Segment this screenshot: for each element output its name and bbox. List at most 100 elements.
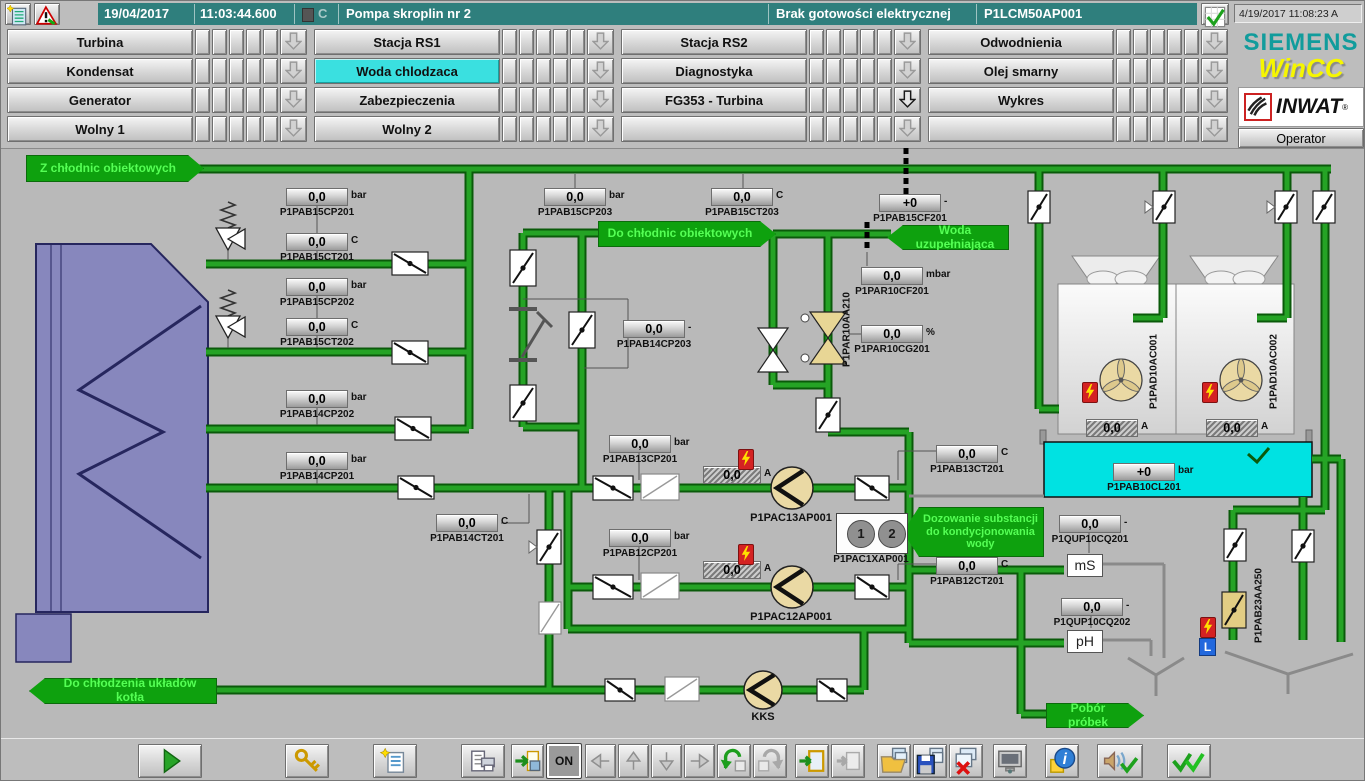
check-valve-icon[interactable]	[855, 476, 889, 500]
check-valve-icon[interactable]	[392, 341, 428, 364]
monitor-view-button[interactable]	[993, 744, 1027, 778]
nav-quick-slot[interactable]	[519, 58, 534, 84]
nav-quick-slot[interactable]	[263, 58, 278, 84]
nav-quick-slot[interactable]	[1184, 29, 1199, 55]
nav-quick-slot[interactable]	[195, 87, 210, 113]
check-valve-icon[interactable]	[392, 252, 428, 275]
display-p1pab14cp203[interactable]: 0,0-P1PAB14CP203	[623, 320, 685, 350]
display-p1pab14cp201[interactable]: 0,0barP1PAB14CP201	[286, 452, 348, 482]
on-toggle-button[interactable]: ON	[547, 744, 581, 778]
display-p1qup10cq202[interactable]: 0,0-P1QUP10CQ202	[1061, 598, 1123, 628]
nav-expand-arrow-icon[interactable]	[587, 58, 614, 84]
nav-button-blank[interactable]	[621, 116, 807, 142]
display-current[interactable]: 0,0A	[1086, 419, 1138, 437]
motor-valve-icon[interactable]	[1028, 191, 1050, 223]
fan-icon-2[interactable]	[1220, 359, 1262, 401]
nav-quick-slot[interactable]	[1150, 58, 1165, 84]
nav-quick-slot[interactable]	[553, 58, 568, 84]
display-current[interactable]: 0,0A	[1206, 419, 1258, 437]
nav-button-blank[interactable]	[928, 116, 1114, 142]
password-key-button[interactable]	[285, 744, 329, 778]
nav-expand-arrow-icon[interactable]	[280, 58, 307, 84]
alarm-page-icon[interactable]	[5, 3, 31, 25]
display-p1pab15cp203[interactable]: 0,0barP1PAB15CP203	[544, 188, 606, 218]
operator-button[interactable]: Operator	[1238, 128, 1364, 148]
motor-valve-icon[interactable]	[529, 530, 561, 564]
check-valve-icon[interactable]	[395, 417, 431, 440]
arrow-right-button[interactable]	[684, 744, 715, 778]
display-p1pab13cp201[interactable]: 0,0barP1PAB13CP201	[609, 435, 671, 465]
undo-button[interactable]	[717, 744, 751, 778]
nav-quick-slot[interactable]	[826, 116, 841, 142]
nav-button-stacja-rs1[interactable]: Stacja RS1	[314, 29, 500, 55]
nav-quick-slot[interactable]	[229, 87, 244, 113]
nav-quick-slot[interactable]	[1184, 58, 1199, 84]
nav-quick-slot[interactable]	[536, 29, 551, 55]
nav-quick-slot[interactable]	[1116, 116, 1131, 142]
control-valve-P1PAR10AA210[interactable]	[801, 312, 846, 364]
bowtie-valve-icon[interactable]	[758, 328, 788, 372]
display-p1pab15ct202[interactable]: 0,0CP1PAB15CT202	[286, 318, 348, 348]
nav-quick-slot[interactable]	[570, 116, 585, 142]
nav-quick-slot[interactable]	[1150, 29, 1165, 55]
nav-quick-slot[interactable]	[570, 58, 585, 84]
save-picture-button[interactable]	[913, 744, 947, 778]
motor-valve-icon[interactable]	[510, 385, 536, 421]
nav-quick-slot[interactable]	[843, 87, 858, 113]
display-p1pab12cp201[interactable]: 0,0barP1PAB12CP201	[609, 529, 671, 559]
nav-button-wolny-1[interactable]: Wolny 1	[7, 116, 193, 142]
motor-valve-icon[interactable]	[1313, 191, 1335, 223]
nav-quick-slot[interactable]	[860, 116, 875, 142]
display-p1qup10cq201[interactable]: 0,0-P1QUP10CQ201	[1059, 515, 1121, 545]
display-p1pab15ct203[interactable]: 0,0CP1PAB15CT203	[711, 188, 773, 218]
nav-quick-slot[interactable]	[1150, 116, 1165, 142]
nav-quick-slot[interactable]	[212, 116, 227, 142]
check-valve-icon[interactable]	[855, 575, 889, 599]
nav-quick-slot[interactable]	[553, 116, 568, 142]
nav-button-wykres[interactable]: Wykres	[928, 87, 1114, 113]
nav-expand-arrow-icon[interactable]	[1201, 29, 1228, 55]
nav-quick-slot[interactable]	[502, 87, 517, 113]
nav-quick-slot[interactable]	[536, 116, 551, 142]
delete-picture-button[interactable]	[949, 744, 983, 778]
arrow-up-button[interactable]	[618, 744, 649, 778]
motor-valve-icon[interactable]	[1267, 191, 1297, 223]
strainer-valve-icon[interactable]	[641, 474, 679, 500]
dosing-pump-2[interactable]: 2	[878, 520, 906, 548]
dosing-unit[interactable]: 12	[836, 513, 908, 554]
alarm-list-button[interactable]	[373, 744, 417, 778]
nav-quick-slot[interactable]	[212, 29, 227, 55]
nav-expand-arrow-icon[interactable]	[894, 87, 921, 113]
arrow-down-button[interactable]	[651, 744, 682, 778]
alarm-warning-icon[interactable]	[34, 3, 60, 25]
nav-quick-slot[interactable]	[877, 29, 892, 55]
nav-quick-slot[interactable]	[1167, 87, 1182, 113]
nav-quick-slot[interactable]	[519, 87, 534, 113]
display-p1pab14cp202[interactable]: 0,0barP1PAB14CP202	[286, 390, 348, 420]
strainer-valve-icon[interactable]	[539, 602, 561, 634]
nav-quick-slot[interactable]	[502, 58, 517, 84]
strainer-valve-icon[interactable]	[641, 573, 679, 599]
nav-button-odwodnienia[interactable]: Odwodnienia	[928, 29, 1114, 55]
nav-quick-slot[interactable]	[1116, 58, 1131, 84]
display-p1pab15cp202[interactable]: 0,0barP1PAB15CP202	[286, 278, 348, 308]
nav-expand-arrow-icon[interactable]	[280, 29, 307, 55]
nav-button-generator[interactable]: Generator	[7, 87, 193, 113]
nav-expand-arrow-icon[interactable]	[587, 116, 614, 142]
dosing-pump-1[interactable]: 1	[847, 520, 875, 548]
nav-quick-slot[interactable]	[1167, 58, 1182, 84]
nav-quick-slot[interactable]	[877, 87, 892, 113]
motor-valve-icon[interactable]	[510, 250, 536, 286]
nav-quick-slot[interactable]	[809, 116, 824, 142]
nav-quick-slot[interactable]	[502, 116, 517, 142]
runtime-start-button[interactable]	[138, 744, 202, 778]
nav-expand-arrow-icon[interactable]	[1201, 87, 1228, 113]
nav-expand-arrow-icon[interactable]	[1201, 58, 1228, 84]
nav-quick-slot[interactable]	[536, 87, 551, 113]
valve-P1PAB23AA250[interactable]	[1222, 592, 1246, 628]
nav-button-zabezpieczenia[interactable]: Zabezpieczenia	[314, 87, 500, 113]
nav-expand-arrow-icon[interactable]	[587, 87, 614, 113]
nav-quick-slot[interactable]	[212, 87, 227, 113]
nav-quick-slot[interactable]	[1167, 29, 1182, 55]
nav-quick-slot[interactable]	[263, 116, 278, 142]
